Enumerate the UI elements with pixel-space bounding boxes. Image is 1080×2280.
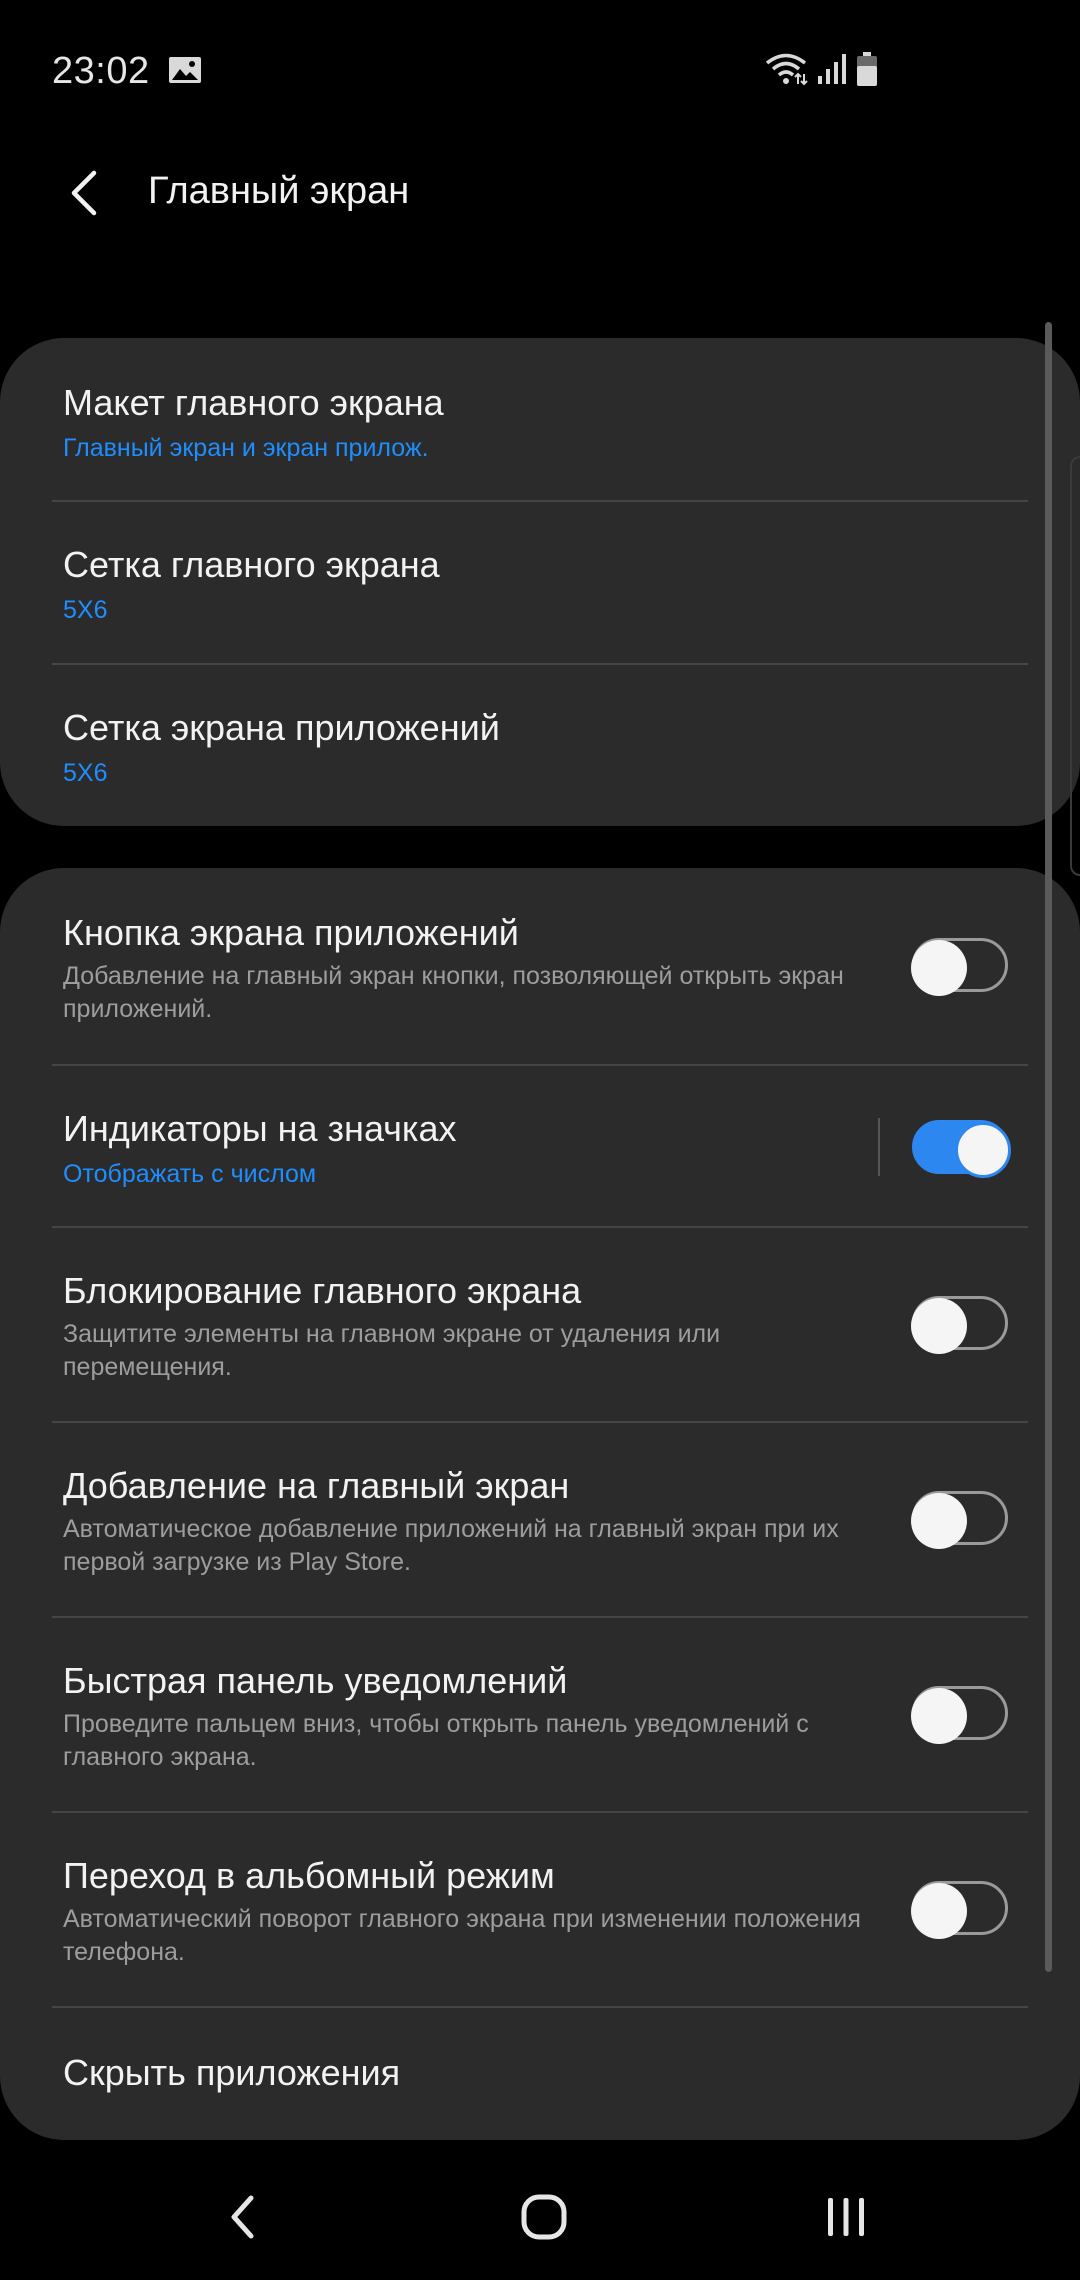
setting-description: Добавление на главный экран кнопки, позв… xyxy=(63,962,844,1023)
setting-home-layout[interactable]: Макет главного экрана Главный экран и эк… xyxy=(0,338,1080,500)
recents-nav-icon xyxy=(828,2198,864,2236)
edge-panel-handle[interactable] xyxy=(1070,456,1080,876)
setting-subtitle: 5X6 xyxy=(63,759,108,787)
nav-recents-button[interactable] xyxy=(786,2172,906,2262)
gallery-icon xyxy=(169,57,201,83)
settings-group-options: Кнопка экрана приложений Добавление на г… xyxy=(0,868,1080,2140)
landscape-mode-toggle[interactable] xyxy=(911,1881,1008,1939)
setting-add-to-home[interactable]: Добавление на главный экран Автоматическ… xyxy=(0,1423,1080,1617)
settings-group-layout: Макет главного экрана Главный экран и эк… xyxy=(0,338,1080,826)
status-icons xyxy=(764,50,878,88)
add-to-home-toggle[interactable] xyxy=(911,1491,1008,1549)
navigation-bar xyxy=(0,2152,1080,2280)
toggle-knob xyxy=(911,940,967,996)
status-time: 23:02 xyxy=(52,50,150,92)
setting-title: Сетка экрана приложений xyxy=(63,707,500,748)
setting-title: Кнопка экрана приложений xyxy=(63,912,519,953)
setting-apps-button[interactable]: Кнопка экрана приложений Добавление на г… xyxy=(0,868,1080,1064)
home-nav-icon xyxy=(521,2194,567,2240)
status-bar: 23:02 xyxy=(0,0,1080,118)
setting-subtitle: 5X6 xyxy=(63,596,108,624)
quick-notifications-toggle[interactable] xyxy=(911,1686,1008,1744)
toggle-knob xyxy=(911,1883,967,1939)
toggle-knob xyxy=(911,1493,967,1549)
setting-description: Автоматический поворот главного экрана п… xyxy=(63,1905,861,1966)
back-nav-icon xyxy=(231,2195,254,2239)
setting-subtitle: Главный экран и экран прилож. xyxy=(63,434,429,462)
setting-lock-layout[interactable]: Блокирование главного экрана Защитите эл… xyxy=(0,1228,1080,1422)
nav-home-button[interactable] xyxy=(484,2172,604,2262)
lock-layout-toggle[interactable] xyxy=(911,1296,1008,1354)
setting-subtitle: Отображать с числом xyxy=(63,1160,317,1188)
setting-title: Блокирование главного экрана xyxy=(63,1270,582,1311)
setting-title: Индикаторы на значках xyxy=(63,1108,457,1149)
settings-content[interactable]: Макет главного экрана Главный экран и эк… xyxy=(0,268,1080,2152)
setting-quick-notifications[interactable]: Быстрая панель уведомлений Проведите пал… xyxy=(0,1618,1080,1812)
setting-hide-apps[interactable]: Скрыть приложения xyxy=(0,2008,1080,2140)
wifi-icon xyxy=(765,53,808,86)
nav-back-button[interactable] xyxy=(182,2172,302,2262)
setting-icon-badges[interactable]: Индикаторы на значках Отображать с число… xyxy=(0,1066,1080,1228)
setting-title: Макет главного экрана xyxy=(63,382,444,423)
battery-icon xyxy=(857,52,877,86)
toggle-knob xyxy=(911,1688,967,1744)
toggle-knob xyxy=(911,1298,967,1354)
setting-title: Добавление на главный экран xyxy=(63,1465,570,1506)
setting-description: Проведите пальцем вниз, чтобы открыть па… xyxy=(63,1710,809,1771)
setting-apps-grid[interactable]: Сетка экрана приложений 5X6 xyxy=(0,665,1080,825)
setting-title: Сетка главного экрана xyxy=(63,544,440,585)
toggle-knob xyxy=(955,1122,1011,1178)
chevron-left-icon xyxy=(71,170,97,216)
back-button[interactable] xyxy=(48,158,118,228)
scrollbar[interactable] xyxy=(1045,322,1052,1972)
signal-icon xyxy=(818,54,846,84)
setting-landscape-mode[interactable]: Переход в альбомный режим Автоматический… xyxy=(0,1813,1080,2007)
apps-button-toggle[interactable] xyxy=(911,938,1008,996)
setting-description: Защитите элементы на главном экране от у… xyxy=(63,1320,721,1381)
setting-title: Скрыть приложения xyxy=(63,2052,401,2093)
setting-description: Автоматическое добавление приложений на … xyxy=(63,1515,839,1576)
app-bar: Главный экран xyxy=(0,118,1080,268)
page-title: Главный экран xyxy=(148,170,410,212)
icon-badges-toggle[interactable] xyxy=(912,1120,1011,1178)
setting-title: Переход в альбомный режим xyxy=(63,1855,555,1896)
vertical-separator xyxy=(878,1118,880,1176)
setting-title: Быстрая панель уведомлений xyxy=(63,1660,568,1701)
setting-home-grid[interactable]: Сетка главного экрана 5X6 xyxy=(0,502,1080,664)
